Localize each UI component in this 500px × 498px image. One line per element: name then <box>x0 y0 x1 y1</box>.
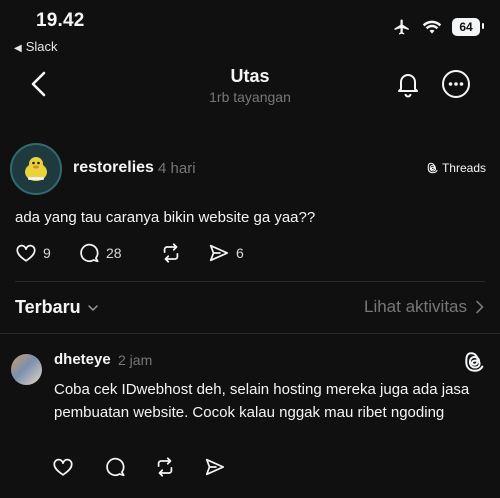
chevron-right-icon <box>476 300 484 314</box>
send-icon <box>205 458 225 476</box>
repost-button[interactable] <box>160 242 208 264</box>
reply-button[interactable]: 28 <box>78 242 160 264</box>
reply-author[interactable]: dheteye <box>54 351 111 368</box>
activity-link-label: Lihat aktivitas <box>364 297 467 316</box>
send-icon <box>209 244 229 262</box>
battery-indicator: 64 <box>452 18 484 36</box>
chevron-down-icon <box>87 304 98 311</box>
reply-text: Coba cek IDwebhost deh, selain hosting m… <box>54 381 470 421</box>
post-author[interactable]: restorelies <box>73 159 154 177</box>
sort-label: Terbaru <box>15 297 81 317</box>
avatar[interactable] <box>10 143 62 195</box>
bell-icon[interactable] <box>393 69 423 99</box>
threads-logo-icon[interactable] <box>464 351 486 373</box>
wifi-icon <box>422 20 442 34</box>
threads-logo-icon <box>427 162 438 174</box>
divider <box>0 333 500 334</box>
post-text: ada yang tau caranya bikin website ga ya… <box>15 209 316 226</box>
heart-icon <box>53 458 73 476</box>
like-button[interactable]: 9 <box>15 242 67 264</box>
view-activity-link[interactable]: Lihat aktivitas <box>364 297 485 317</box>
more-options-icon[interactable] <box>441 69 471 99</box>
post-age: 4 hari <box>158 160 196 177</box>
status-icons: 64 <box>392 18 484 36</box>
like-count: 9 <box>43 245 51 261</box>
view-count: 1rb tayangan <box>209 89 291 105</box>
page-title: Utas <box>230 66 270 86</box>
reply-age: 2 jam <box>118 352 153 368</box>
heart-icon <box>16 244 36 262</box>
back-app-label: Slack <box>25 39 58 54</box>
reply-actions <box>52 456 226 478</box>
post-actions: 9 28 6 <box>15 242 244 264</box>
sort-dropdown[interactable]: Terbaru <box>15 297 99 318</box>
share-button[interactable]: 6 <box>208 242 244 264</box>
share-count: 6 <box>236 245 244 261</box>
divider <box>15 281 485 282</box>
reply-count: 28 <box>106 245 122 261</box>
repost-icon <box>157 457 173 477</box>
duck-mascot-icon <box>25 157 47 181</box>
avatar[interactable] <box>11 354 42 385</box>
threads-source-link[interactable]: Threads <box>427 161 486 175</box>
reply-repost-button[interactable] <box>154 456 204 478</box>
threads-source-label: Threads <box>441 161 486 175</box>
reply-share-button[interactable] <box>204 456 226 478</box>
airplane-icon <box>394 19 409 35</box>
repost-icon <box>163 243 179 263</box>
back-triangle-icon: ◀ <box>14 43 22 54</box>
comment-bubble-icon <box>80 243 99 263</box>
reply-comment-button[interactable] <box>104 456 154 478</box>
back-to-app-link[interactable]: ◀ Slack <box>14 39 58 54</box>
reply-like-button[interactable] <box>52 456 104 478</box>
status-time: 19.42 <box>36 10 85 31</box>
comment-bubble-icon <box>106 457 125 477</box>
